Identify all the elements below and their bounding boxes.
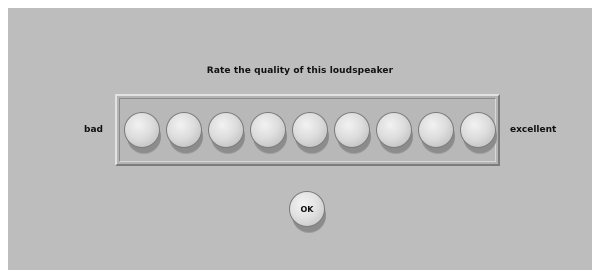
rating-button-4[interactable]	[250, 112, 286, 148]
scale-low-label: bad	[84, 125, 103, 135]
rating-button-8[interactable]	[418, 112, 454, 148]
rating-scale-inset	[119, 98, 496, 162]
rating-button-3[interactable]	[208, 112, 244, 148]
rating-button-6[interactable]	[334, 112, 370, 148]
ok-button-label: OK	[300, 204, 314, 214]
rating-prompt: Rate the quality of this loudspeaker	[206, 66, 394, 76]
rating-button-5[interactable]	[292, 112, 328, 148]
rating-dialog: Rate the quality of this loudspeaker bad…	[8, 8, 592, 270]
ok-button[interactable]: OK	[289, 191, 325, 227]
scale-high-label: excellent	[510, 125, 557, 135]
rating-button-1[interactable]	[124, 112, 160, 148]
rating-scale-panel	[115, 94, 500, 166]
rating-button-2[interactable]	[166, 112, 202, 148]
rating-button-7[interactable]	[376, 112, 412, 148]
rating-button-9[interactable]	[460, 112, 496, 148]
